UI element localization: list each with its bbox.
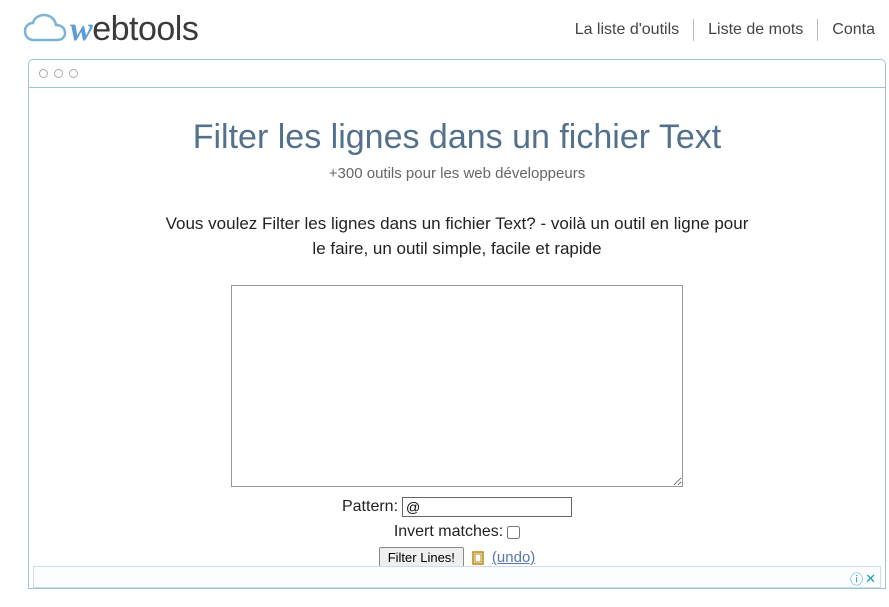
pattern-input[interactable] — [402, 497, 572, 517]
invert-checkbox[interactable] — [507, 526, 520, 539]
logo-text: webtools — [70, 10, 198, 49]
page-description: Vous voulez Filter les lignes dans un fi… — [157, 212, 757, 261]
top-nav: La liste d'outils Liste de mots Conta — [561, 19, 889, 41]
pattern-label: Pattern: — [342, 498, 398, 516]
page-subtitle: +300 outils pour les web développeurs — [69, 165, 845, 182]
logo[interactable]: webtools — [22, 10, 198, 49]
input-textarea[interactable] — [231, 285, 683, 487]
window-dot-icon — [69, 69, 78, 78]
nav-tools-list[interactable]: La liste d'outils — [561, 19, 693, 41]
ad-info-icon[interactable]: ⓘ — [850, 569, 863, 588]
nav-words-list[interactable]: Liste de mots — [694, 19, 817, 41]
ad-banner: ⓘ ✕ — [33, 566, 881, 588]
cloud-icon — [22, 12, 68, 48]
tool-window: Filter les lignes dans un fichier Text +… — [28, 59, 886, 589]
ad-close-icon[interactable]: ✕ — [865, 571, 876, 587]
window-titlebar — [29, 60, 885, 88]
clipboard-icon[interactable] — [470, 550, 486, 566]
nav-contact[interactable]: Conta — [818, 19, 889, 41]
window-dot-icon — [39, 69, 48, 78]
window-dot-icon — [54, 69, 63, 78]
invert-label: Invert matches: — [394, 523, 503, 541]
undo-link[interactable]: (undo) — [492, 549, 535, 566]
page-title: Filter les lignes dans un fichier Text — [69, 118, 845, 157]
